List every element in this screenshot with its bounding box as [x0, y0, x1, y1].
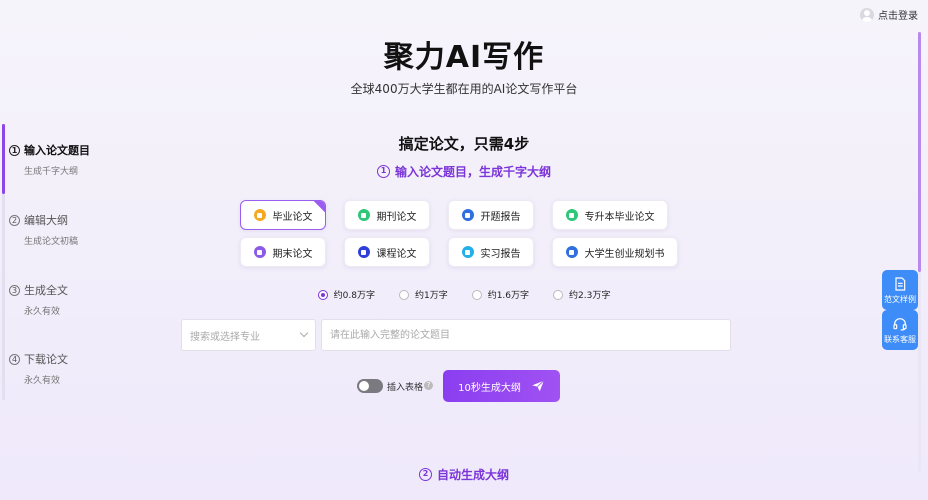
- step1-heading: 1 输入论文题目，生成千字大纲: [0, 163, 928, 180]
- course-paper-icon: [357, 246, 370, 258]
- generate-label: 10秒生成大纲: [458, 382, 521, 394]
- word-count-0-8w[interactable]: 约0.8万字: [317, 288, 375, 301]
- step-number: 4: [9, 353, 20, 365]
- topic-input[interactable]: [321, 319, 731, 351]
- radio-label: 约1.6万字: [487, 291, 530, 301]
- major-select[interactable]: 搜索或选择专业: [181, 319, 316, 351]
- step-desc: 永久有效: [24, 307, 61, 317]
- final-paper-icon: [253, 246, 266, 258]
- paper-type-journal[interactable]: 期刊论文: [344, 200, 430, 230]
- document-icon: [895, 276, 906, 291]
- step-4[interactable]: 4 下载论文 永久有效: [9, 351, 104, 386]
- paper-type-business-plan[interactable]: 大学生创业规划书: [552, 237, 678, 267]
- word-count-group: 约0.8万字 约1万字 约1.6万字 约2.3万字: [0, 288, 928, 301]
- section-title: 搞定论文，只需4步: [398, 135, 530, 153]
- paper-type-label: 期末论文: [272, 248, 313, 260]
- radio-label: 约1万字: [414, 291, 448, 301]
- journal-icon: [357, 209, 370, 221]
- side-button-label: 联系客服: [884, 334, 916, 344]
- headset-icon: [893, 317, 907, 331]
- step2-label: 自动生成大纲: [436, 468, 509, 482]
- step-number: 2: [9, 214, 20, 226]
- paper-type-label: 毕业论文: [272, 211, 313, 223]
- paper-type-internship[interactable]: 实习报告: [448, 237, 534, 267]
- radio-dot: [471, 289, 482, 300]
- radio-dot: [553, 289, 564, 300]
- proposal-icon: [461, 209, 474, 221]
- radio-dot: [317, 289, 328, 300]
- avatar-icon: [860, 7, 874, 22]
- radio-label: 约2.3万字: [569, 291, 611, 301]
- step1-number: 1: [376, 165, 390, 178]
- step-desc: 生成论文初稿: [24, 237, 79, 247]
- paper-type-proposal[interactable]: 开题报告: [448, 200, 534, 230]
- side-button-label: 范文样例: [884, 294, 916, 304]
- insert-table-toggle[interactable]: [357, 379, 383, 393]
- step-title: 编辑大纲: [24, 214, 68, 227]
- contact-support-button[interactable]: 联系客服: [882, 310, 918, 350]
- paper-type-label: 实习报告: [480, 248, 521, 260]
- paper-type-label: 开题报告: [480, 211, 521, 223]
- page-subtitle: 全球400万大学生都在用的AI论文写作平台: [350, 82, 578, 96]
- paper-type-final[interactable]: 期末论文: [240, 237, 326, 267]
- business-plan-icon: [565, 246, 578, 258]
- upgrade-thesis-icon: [565, 209, 578, 221]
- paper-type-course[interactable]: 课程论文: [344, 237, 430, 267]
- word-count-2-3w[interactable]: 约2.3万字: [553, 288, 610, 301]
- chevron-down-icon: [299, 328, 309, 338]
- login-label: 点击登录: [878, 11, 918, 22]
- step-title: 下载论文: [24, 353, 68, 366]
- paper-type-thesis[interactable]: 毕业论文: [240, 200, 326, 230]
- radio-dot: [398, 289, 409, 300]
- step-2[interactable]: 2 编辑大纲 生成论文初稿: [9, 212, 104, 247]
- major-placeholder: 搜索或选择专业: [190, 331, 260, 343]
- paper-type-label: 期刊论文: [376, 211, 417, 223]
- paper-plane-icon: [532, 380, 544, 392]
- insert-table-label: 插入表格: [387, 383, 424, 393]
- word-count-1-6w[interactable]: 约1.6万字: [471, 288, 530, 301]
- step2-number: 2: [418, 468, 432, 481]
- login-link[interactable]: 点击登录: [860, 7, 918, 22]
- paper-type-label: 课程论文: [376, 248, 417, 260]
- help-icon[interactable]: ?: [424, 381, 433, 390]
- paper-type-label: 专升本毕业论文: [584, 211, 655, 223]
- step-desc: 永久有效: [24, 376, 61, 386]
- radio-label: 约0.8万字: [333, 291, 375, 301]
- thesis-icon: [253, 209, 266, 221]
- step1-label: 输入论文题目，生成千字大纲: [394, 165, 551, 179]
- generate-outline-button[interactable]: 10秒生成大纲: [443, 370, 560, 402]
- sample-essay-button[interactable]: 范文样例: [882, 270, 918, 310]
- word-count-1w[interactable]: 约1万字: [398, 288, 448, 301]
- paper-type-label: 大学生创业规划书: [584, 248, 665, 260]
- internship-report-icon: [461, 246, 474, 258]
- step2-heading: 2 自动生成大纲: [0, 466, 928, 483]
- paper-type-upgrade-thesis[interactable]: 专升本毕业论文: [552, 200, 668, 230]
- page-title: 聚力AI写作: [383, 40, 545, 75]
